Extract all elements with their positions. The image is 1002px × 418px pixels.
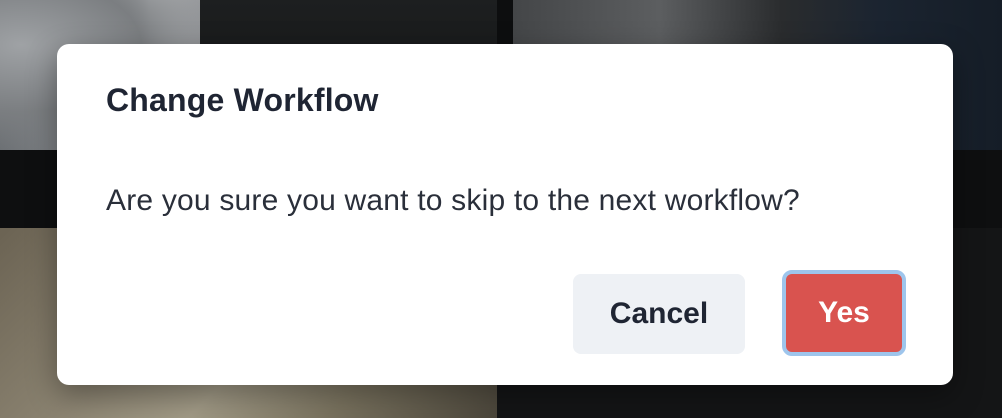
change-workflow-dialog: Change Workflow Are you sure you want to… (57, 44, 953, 385)
video-call-background: Change Workflow Are you sure you want to… (0, 0, 1002, 418)
dialog-message: Are you sure you want to skip to the nex… (106, 184, 800, 217)
yes-button[interactable]: Yes (782, 270, 906, 356)
cancel-button[interactable]: Cancel (573, 274, 745, 354)
dialog-title: Change Workflow (106, 82, 379, 118)
